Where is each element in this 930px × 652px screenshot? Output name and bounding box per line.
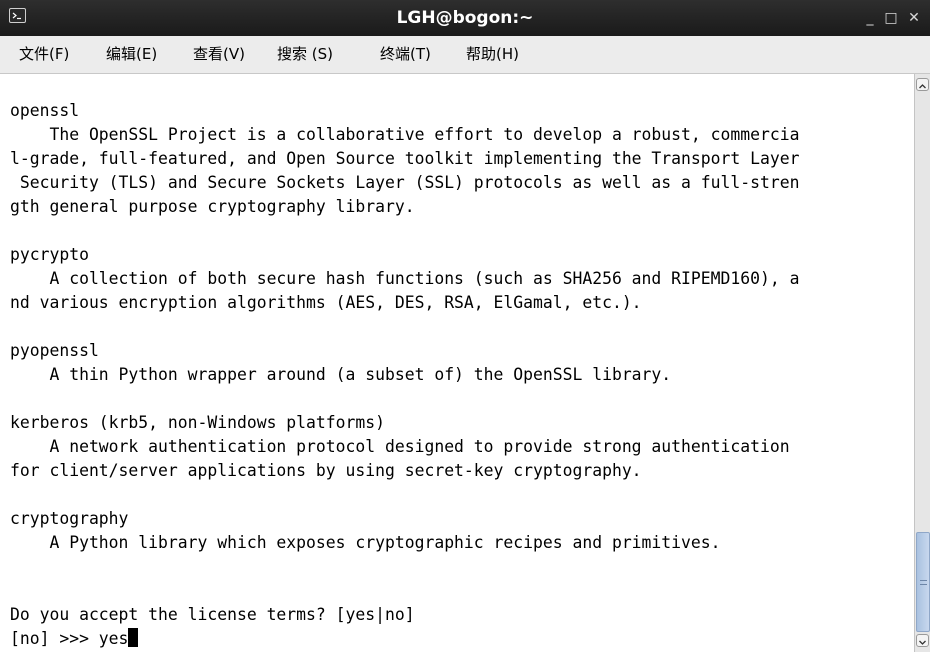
scroll-up-button[interactable] <box>916 78 929 91</box>
terminal-line: Security (TLS) and Secure Sockets Layer … <box>10 173 800 192</box>
terminal-line: openssl <box>10 101 80 120</box>
scroll-down-button[interactable] <box>916 634 929 647</box>
menu-terminal[interactable]: 终端(T) <box>380 36 431 73</box>
terminal-line: pyopenssl <box>10 341 99 360</box>
menu-search[interactable]: 搜索 (S) <box>277 36 333 73</box>
menu-view[interactable]: 查看(V) <box>193 36 245 73</box>
terminal-window: LGH@bogon:~ _ □ ✕ 文件(F) 编辑(E) 查看(V) 搜索 (… <box>0 0 930 652</box>
text-cursor <box>128 628 139 647</box>
terminal-line: gth general purpose cryptography library… <box>10 197 415 216</box>
close-icon[interactable]: ✕ <box>905 0 923 36</box>
terminal-line: pycrypto <box>10 245 89 264</box>
terminal-line: The OpenSSL Project is a collaborative e… <box>10 125 800 144</box>
input-text: [no] >>> yes <box>10 629 129 648</box>
title-bar[interactable]: LGH@bogon:~ _ □ ✕ <box>0 0 930 36</box>
terminal-line: for client/server applications by using … <box>10 461 642 480</box>
terminal-line: A network authentication protocol design… <box>10 437 790 456</box>
terminal-line: A thin Python wrapper around (a subset o… <box>10 365 672 384</box>
terminal-line: nd various encryption algorithms (AES, D… <box>10 293 642 312</box>
terminal-line: A Python library which exposes cryptogra… <box>10 533 721 552</box>
license-prompt: Do you accept the license terms? [yes|no… <box>10 605 415 624</box>
terminal-output[interactable]: openssl The OpenSSL Project is a collabo… <box>0 74 914 652</box>
maximize-icon[interactable]: □ <box>882 0 900 36</box>
menu-file[interactable]: 文件(F) <box>19 36 69 73</box>
menu-help[interactable]: 帮助(H) <box>466 36 519 73</box>
vertical-scrollbar[interactable] <box>914 74 930 652</box>
terminal-line: kerberos (krb5, non-Windows platforms) <box>10 413 385 432</box>
grip-icon <box>920 580 927 585</box>
terminal-line: A collection of both secure hash functio… <box>10 269 800 288</box>
terminal-line: cryptography <box>10 509 129 528</box>
menu-edit[interactable]: 编辑(E) <box>106 36 157 73</box>
input-line[interactable]: [no] >>> yes <box>10 627 139 651</box>
menu-bar: 文件(F) 编辑(E) 查看(V) 搜索 (S) 终端(T) 帮助(H) <box>0 36 930 74</box>
terminal-line: l-grade, full-featured, and Open Source … <box>10 149 800 168</box>
minimize-icon[interactable]: _ <box>861 0 879 36</box>
window-title: LGH@bogon:~ <box>396 8 534 28</box>
scroll-thumb[interactable] <box>916 532 930 632</box>
